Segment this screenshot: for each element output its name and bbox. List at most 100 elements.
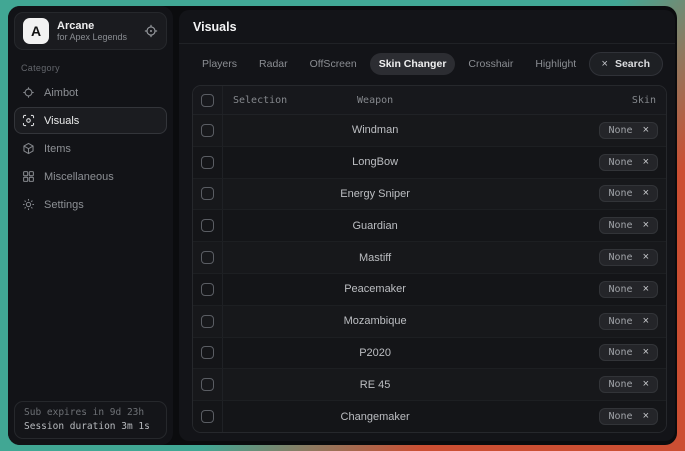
clear-skin-icon[interactable]: × bbox=[643, 220, 649, 231]
skin-select[interactable]: None × bbox=[599, 217, 658, 234]
sidebar-item-label: Items bbox=[44, 143, 71, 155]
skin-select[interactable]: None × bbox=[599, 185, 658, 202]
page-title: Visuals bbox=[193, 20, 661, 34]
clear-skin-icon[interactable]: × bbox=[643, 284, 649, 295]
skin-select[interactable]: None × bbox=[599, 249, 658, 266]
row-checkbox[interactable] bbox=[201, 251, 214, 264]
weapon-name: Changemaker bbox=[341, 411, 410, 423]
row-checkbox[interactable] bbox=[201, 378, 214, 391]
weapon-name: Mastiff bbox=[359, 252, 391, 264]
row-checkbox[interactable] bbox=[201, 283, 214, 296]
table-row: Guardian None × bbox=[193, 210, 666, 242]
weapon-name: Mozambique bbox=[344, 315, 407, 327]
skin-select[interactable]: None × bbox=[599, 281, 658, 298]
skin-value: None bbox=[608, 411, 632, 422]
tab-bar: Players Radar OffScreen Skin Changer Cro… bbox=[193, 53, 585, 75]
weapon-name: Windman bbox=[352, 124, 398, 136]
sidebar-item-settings[interactable]: Settings bbox=[14, 191, 167, 218]
skin-value: None bbox=[608, 125, 632, 136]
app-header-text: Arcane for Apex Legends bbox=[57, 20, 136, 43]
clear-skin-icon[interactable]: × bbox=[643, 411, 649, 422]
scan-icon bbox=[22, 114, 35, 127]
skin-value: None bbox=[608, 284, 632, 295]
app-name: Arcane bbox=[57, 20, 136, 33]
select-all-checkbox[interactable] bbox=[201, 94, 214, 107]
row-checkbox[interactable] bbox=[201, 315, 214, 328]
search-button-label: Search bbox=[615, 58, 650, 70]
sidebar-item-items[interactable]: Items bbox=[14, 135, 167, 162]
row-checkbox[interactable] bbox=[201, 124, 214, 137]
weapon-name: RE 45 bbox=[360, 379, 391, 391]
header-weapon: Weapon bbox=[357, 95, 393, 106]
subscription-status-card: Sub expires in 9d 23h Session duration 3… bbox=[14, 401, 167, 439]
search-button[interactable]: × Search bbox=[589, 52, 663, 76]
weapon-name: LongBow bbox=[352, 156, 398, 168]
app-logo: A bbox=[23, 18, 49, 44]
tab-crosshair[interactable]: Crosshair bbox=[459, 53, 522, 75]
skin-select[interactable]: None × bbox=[599, 408, 658, 425]
skin-select[interactable]: None × bbox=[599, 154, 658, 171]
table-row: Mozambique None × bbox=[193, 306, 666, 338]
tab-highlight[interactable]: Highlight bbox=[526, 53, 585, 75]
sidebar: A Arcane for Apex Legends Category bbox=[8, 6, 173, 445]
tab-offscreen[interactable]: OffScreen bbox=[301, 53, 366, 75]
tab-radar[interactable]: Radar bbox=[250, 53, 297, 75]
sidebar-item-aimbot[interactable]: Aimbot bbox=[14, 79, 167, 106]
sidebar-item-miscellaneous[interactable]: Miscellaneous bbox=[14, 163, 167, 190]
row-checkbox[interactable] bbox=[201, 156, 214, 169]
skin-value: None bbox=[608, 316, 632, 327]
clear-skin-icon[interactable]: × bbox=[643, 125, 649, 136]
weapon-name: P2020 bbox=[359, 347, 391, 359]
skin-value: None bbox=[608, 379, 632, 390]
clear-skin-icon[interactable]: × bbox=[643, 252, 649, 263]
row-checkbox[interactable] bbox=[201, 219, 214, 232]
table-row: Mastiff None × bbox=[193, 242, 666, 274]
category-label: Category bbox=[21, 63, 60, 73]
header-checkbox-cell bbox=[193, 86, 223, 114]
row-checkbox[interactable] bbox=[201, 346, 214, 359]
skin-select[interactable]: None × bbox=[599, 122, 658, 139]
table-row: Windman None × bbox=[193, 115, 666, 147]
sidebar-item-label: Settings bbox=[44, 199, 84, 211]
cube-icon bbox=[22, 142, 35, 155]
gear-icon bbox=[22, 198, 35, 211]
skin-select[interactable]: None × bbox=[599, 376, 658, 393]
clear-skin-icon[interactable]: × bbox=[643, 347, 649, 358]
sidebar-nav: Aimbot Visuals bbox=[8, 78, 173, 219]
skin-value: None bbox=[608, 220, 632, 231]
table-row: Peacemaker None × bbox=[193, 274, 666, 306]
tab-skin-changer[interactable]: Skin Changer bbox=[370, 53, 456, 75]
table-row: LongBow None × bbox=[193, 147, 666, 179]
clear-skin-icon[interactable]: × bbox=[643, 379, 649, 390]
table-header-row: Selection Weapon Skin bbox=[193, 86, 666, 115]
crosshair-icon bbox=[22, 86, 35, 99]
table-row: Energy Sniper None × bbox=[193, 179, 666, 211]
skin-select[interactable]: None × bbox=[599, 313, 658, 330]
skin-table: Selection Weapon Skin Windman None × bbox=[192, 85, 667, 433]
clear-skin-icon[interactable]: × bbox=[643, 316, 649, 327]
sidebar-item-visuals[interactable]: Visuals bbox=[14, 107, 167, 134]
skin-select[interactable]: None × bbox=[599, 344, 658, 361]
skin-value: None bbox=[608, 347, 632, 358]
tab-players[interactable]: Players bbox=[193, 53, 246, 75]
weapon-name: Peacemaker bbox=[344, 283, 406, 295]
table-row: RE 45 None × bbox=[193, 369, 666, 401]
row-checkbox[interactable] bbox=[201, 410, 214, 423]
tabs-row: Players Radar OffScreen Skin Changer Cro… bbox=[179, 44, 675, 76]
table-row: P2020 None × bbox=[193, 338, 666, 370]
clear-skin-icon[interactable]: × bbox=[643, 157, 649, 168]
weapon-name: Energy Sniper bbox=[340, 188, 410, 200]
header-selection: Selection bbox=[233, 95, 287, 106]
row-checkbox[interactable] bbox=[201, 187, 214, 200]
main-panel: Visuals Players Radar OffScreen Skin Cha… bbox=[179, 10, 675, 441]
grid-icon bbox=[22, 170, 35, 183]
table-row: Changemaker None × bbox=[193, 401, 666, 432]
app-logo-letter: A bbox=[31, 23, 41, 39]
weapon-name: Guardian bbox=[352, 220, 397, 232]
desktop-background: A Arcane for Apex Legends Category bbox=[0, 0, 685, 451]
target-icon[interactable] bbox=[144, 24, 158, 38]
app-window: A Arcane for Apex Legends Category bbox=[8, 6, 677, 445]
header-skin: Skin bbox=[632, 95, 656, 106]
app-subtitle: for Apex Legends bbox=[57, 32, 136, 42]
clear-skin-icon[interactable]: × bbox=[643, 188, 649, 199]
